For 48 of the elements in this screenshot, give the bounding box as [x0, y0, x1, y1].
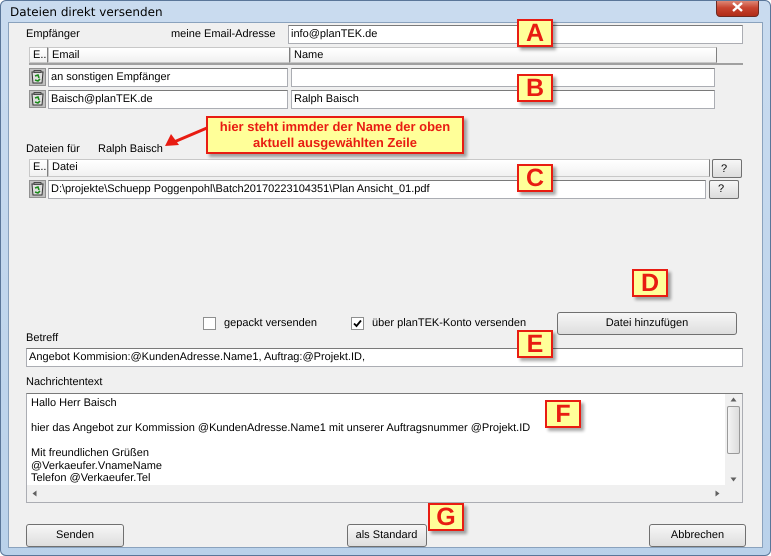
- help-button[interactable]: ?: [709, 180, 739, 198]
- files-for-label: Dateien für: [26, 143, 81, 155]
- trash-bin-icon: [31, 182, 44, 196]
- selected-recipient-name: Ralph Baisch: [98, 143, 163, 155]
- annotation-note: hier steht immder der Name der oben aktuell ausgewählten Zeile: [206, 116, 464, 154]
- delete-button[interactable]: [29, 90, 46, 108]
- column-header[interactable]: Name: [290, 47, 717, 63]
- email-field[interactable]: an sonstigen Empfänger: [48, 68, 288, 86]
- message-label: Nachrichtentext: [26, 376, 102, 388]
- scroll-thumb[interactable]: [727, 406, 740, 454]
- vertical-scrollbar[interactable]: [725, 394, 742, 485]
- column-header[interactable]: Email: [48, 47, 290, 63]
- trash-bin-icon: [31, 70, 44, 84]
- column-header[interactable]: E..: [29, 47, 48, 63]
- callout-label: C: [517, 164, 553, 192]
- dialog-button[interactable]: Abbrechen: [649, 524, 746, 546]
- callout-label: E: [517, 330, 553, 358]
- delete-button[interactable]: [29, 68, 46, 86]
- trash-bin-icon: [31, 92, 44, 106]
- help-button[interactable]: ?: [712, 159, 742, 178]
- callout-label: D: [632, 269, 668, 297]
- email-field[interactable]: Baisch@planTEK.de: [48, 90, 288, 108]
- dialog-button[interactable]: Senden: [26, 524, 124, 546]
- delete-button[interactable]: [29, 180, 46, 198]
- check-icon: [353, 318, 362, 328]
- horizontal-scrollbar[interactable]: [27, 485, 725, 502]
- close-button[interactable]: [716, 1, 759, 16]
- recipient-label: Empfänger: [26, 28, 81, 40]
- close-icon: [732, 2, 743, 12]
- message-text: Hallo Herr Baisch hier das Angebot zur Kommission @KundenAdresse.Name1 mit unserer Auftragsnummer @Projekt.ID Mit freundlichen Grüßen @Verkaeufer.VnameName Telefon @Verkaeufer.Tel: [30, 396, 532, 486]
- scroll-up-icon[interactable]: [730, 396, 737, 403]
- callout-label: F: [545, 400, 581, 428]
- checkbox-label: über planTEK-Konto versenden: [372, 317, 526, 329]
- my-email-label: meine Email-Adresse: [171, 28, 277, 40]
- checkbox[interactable]: [203, 316, 216, 330]
- checkbox-label: gepackt versenden: [224, 317, 317, 329]
- window-title: Dateien direkt versenden: [10, 4, 163, 18]
- callout-label: A: [517, 19, 553, 47]
- add-file-button[interactable]: Datei hinzufügen: [557, 312, 737, 334]
- scroll-right-icon[interactable]: [714, 490, 721, 497]
- callout-label: G: [428, 503, 464, 531]
- checkbox[interactable]: [351, 316, 364, 330]
- subject-label: Betreff: [26, 332, 58, 344]
- column-header[interactable]: E..: [29, 159, 48, 177]
- scroll-down-icon[interactable]: [730, 476, 737, 483]
- callout-label: B: [517, 74, 553, 102]
- dialog-button[interactable]: als Standard: [346, 524, 426, 546]
- scroll-left-icon[interactable]: [31, 490, 38, 497]
